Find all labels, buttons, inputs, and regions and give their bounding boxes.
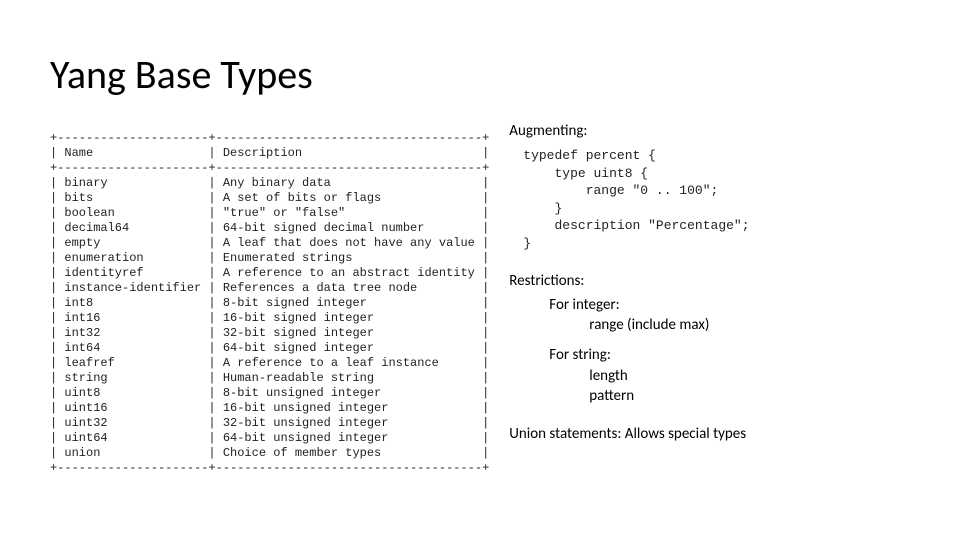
slide: Yang Base Types +---------------------+-… (0, 0, 960, 540)
restrictions-string-label: For string: (509, 345, 910, 365)
union-statement-label: Union statements: Allows special types (509, 424, 910, 444)
restrictions-string-item-length: length (509, 366, 910, 386)
restrictions-string-item-pattern: pattern (509, 386, 910, 406)
spacer (509, 406, 910, 422)
restrictions-integer-label: For integer: (509, 295, 910, 315)
spacer (509, 335, 910, 345)
slide-title: Yang Base Types (50, 50, 910, 99)
content-row: +---------------------+-----------------… (50, 119, 910, 488)
base-types-table: +---------------------+-----------------… (50, 131, 489, 476)
restrictions-integer-item: range (include max) (509, 315, 910, 335)
augmenting-code: typedef percent { type uint8 { range "0 … (523, 147, 910, 252)
restrictions-label: Restrictions: (509, 271, 910, 291)
augmenting-label: Augmenting: (509, 121, 910, 141)
right-column: Augmenting: typedef percent { type uint8… (509, 119, 910, 448)
